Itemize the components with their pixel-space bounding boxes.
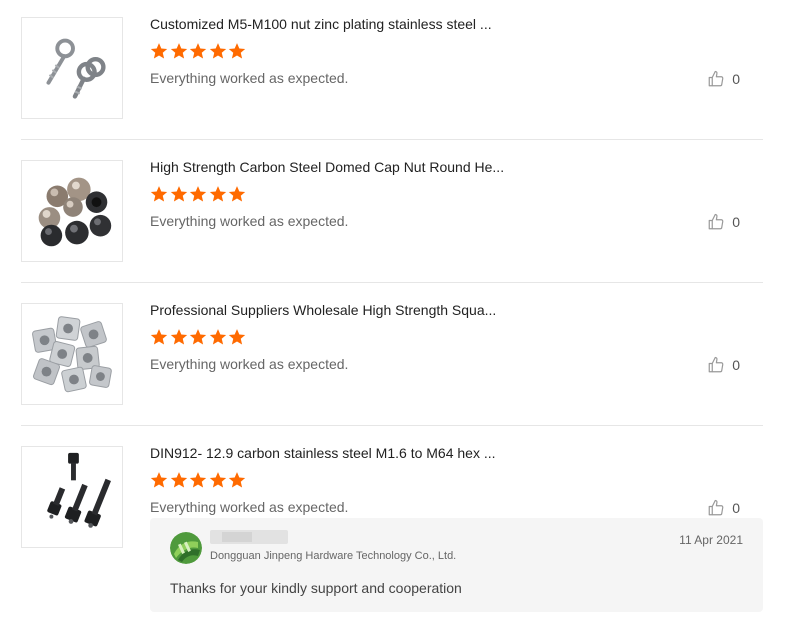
supplier-company: Dongguan Jinpeng Hardware Technology Co.… bbox=[210, 550, 457, 562]
product-title[interactable]: DIN912- 12.9 carbon stainless steel M1.6… bbox=[150, 445, 510, 461]
supplier-reply: Dongguan Jinpeng Hardware Technology Co.… bbox=[150, 518, 763, 612]
review-item: High Strength Carbon Steel Domed Cap Nut… bbox=[21, 140, 763, 283]
like-count: 0 bbox=[732, 71, 740, 87]
review-item: Customized M5-M100 nut zinc plating stai… bbox=[21, 0, 763, 140]
product-thumbnail[interactable] bbox=[21, 446, 123, 548]
star-icon bbox=[150, 186, 168, 202]
star-icon bbox=[228, 186, 246, 202]
review-comment: Everything worked as expected. bbox=[150, 213, 349, 229]
product-thumbnail[interactable] bbox=[21, 17, 123, 119]
review-item: DIN912- 12.9 carbon stainless steel M1.6… bbox=[21, 426, 763, 637]
reply-message: Thanks for your kindly support and coope… bbox=[170, 580, 462, 596]
star-rating bbox=[150, 328, 248, 346]
star-icon bbox=[189, 43, 207, 59]
like-button[interactable]: 0 bbox=[707, 213, 740, 231]
like-count: 0 bbox=[732, 500, 740, 516]
star-rating bbox=[150, 42, 248, 60]
star-icon bbox=[150, 472, 168, 488]
star-rating bbox=[150, 185, 248, 203]
review-item: Professional Suppliers Wholesale High St… bbox=[21, 283, 763, 426]
supplier-logo-icon bbox=[170, 532, 202, 564]
star-icon bbox=[170, 186, 187, 202]
product-title[interactable]: Professional Suppliers Wholesale High St… bbox=[150, 302, 510, 318]
like-button[interactable]: 0 bbox=[707, 499, 740, 517]
thumbs-up-icon bbox=[708, 499, 724, 516]
reply-date: 11 Apr 2021 bbox=[679, 533, 743, 547]
star-rating bbox=[150, 471, 248, 489]
reviewer-name-redacted bbox=[210, 530, 288, 544]
like-count: 0 bbox=[732, 214, 740, 230]
review-comment: Everything worked as expected. bbox=[150, 70, 349, 86]
cap-nut-image bbox=[22, 161, 122, 261]
star-icon bbox=[228, 43, 246, 59]
star-icon bbox=[189, 329, 207, 345]
star-icon bbox=[189, 186, 207, 202]
product-title[interactable]: High Strength Carbon Steel Domed Cap Nut… bbox=[150, 159, 510, 175]
star-icon bbox=[170, 472, 187, 488]
star-icon bbox=[209, 186, 226, 202]
product-thumbnail[interactable] bbox=[21, 160, 123, 262]
thumbs-up-icon bbox=[708, 356, 724, 373]
star-icon bbox=[209, 472, 226, 488]
star-icon bbox=[189, 472, 207, 488]
product-thumbnail[interactable] bbox=[21, 303, 123, 405]
product-title[interactable]: Customized M5-M100 nut zinc plating stai… bbox=[150, 16, 510, 32]
review-list: Customized M5-M100 nut zinc plating stai… bbox=[21, 0, 763, 637]
review-comment: Everything worked as expected. bbox=[150, 499, 349, 515]
like-count: 0 bbox=[732, 357, 740, 373]
hex-socket-bolt-image bbox=[22, 447, 122, 547]
eye-bolt-image bbox=[22, 18, 122, 118]
square-nut-image bbox=[22, 304, 122, 404]
star-icon bbox=[150, 329, 168, 345]
star-icon bbox=[150, 43, 168, 59]
star-icon bbox=[170, 329, 187, 345]
review-comment: Everything worked as expected. bbox=[150, 356, 349, 372]
thumbs-up-icon bbox=[708, 70, 724, 87]
star-icon bbox=[209, 43, 226, 59]
star-icon bbox=[170, 43, 187, 59]
star-icon bbox=[228, 472, 246, 488]
supplier-avatar bbox=[170, 532, 202, 564]
star-icon bbox=[209, 329, 226, 345]
like-button[interactable]: 0 bbox=[707, 70, 740, 88]
like-button[interactable]: 0 bbox=[707, 356, 740, 374]
star-icon bbox=[228, 329, 246, 345]
thumbs-up-icon bbox=[708, 213, 724, 230]
